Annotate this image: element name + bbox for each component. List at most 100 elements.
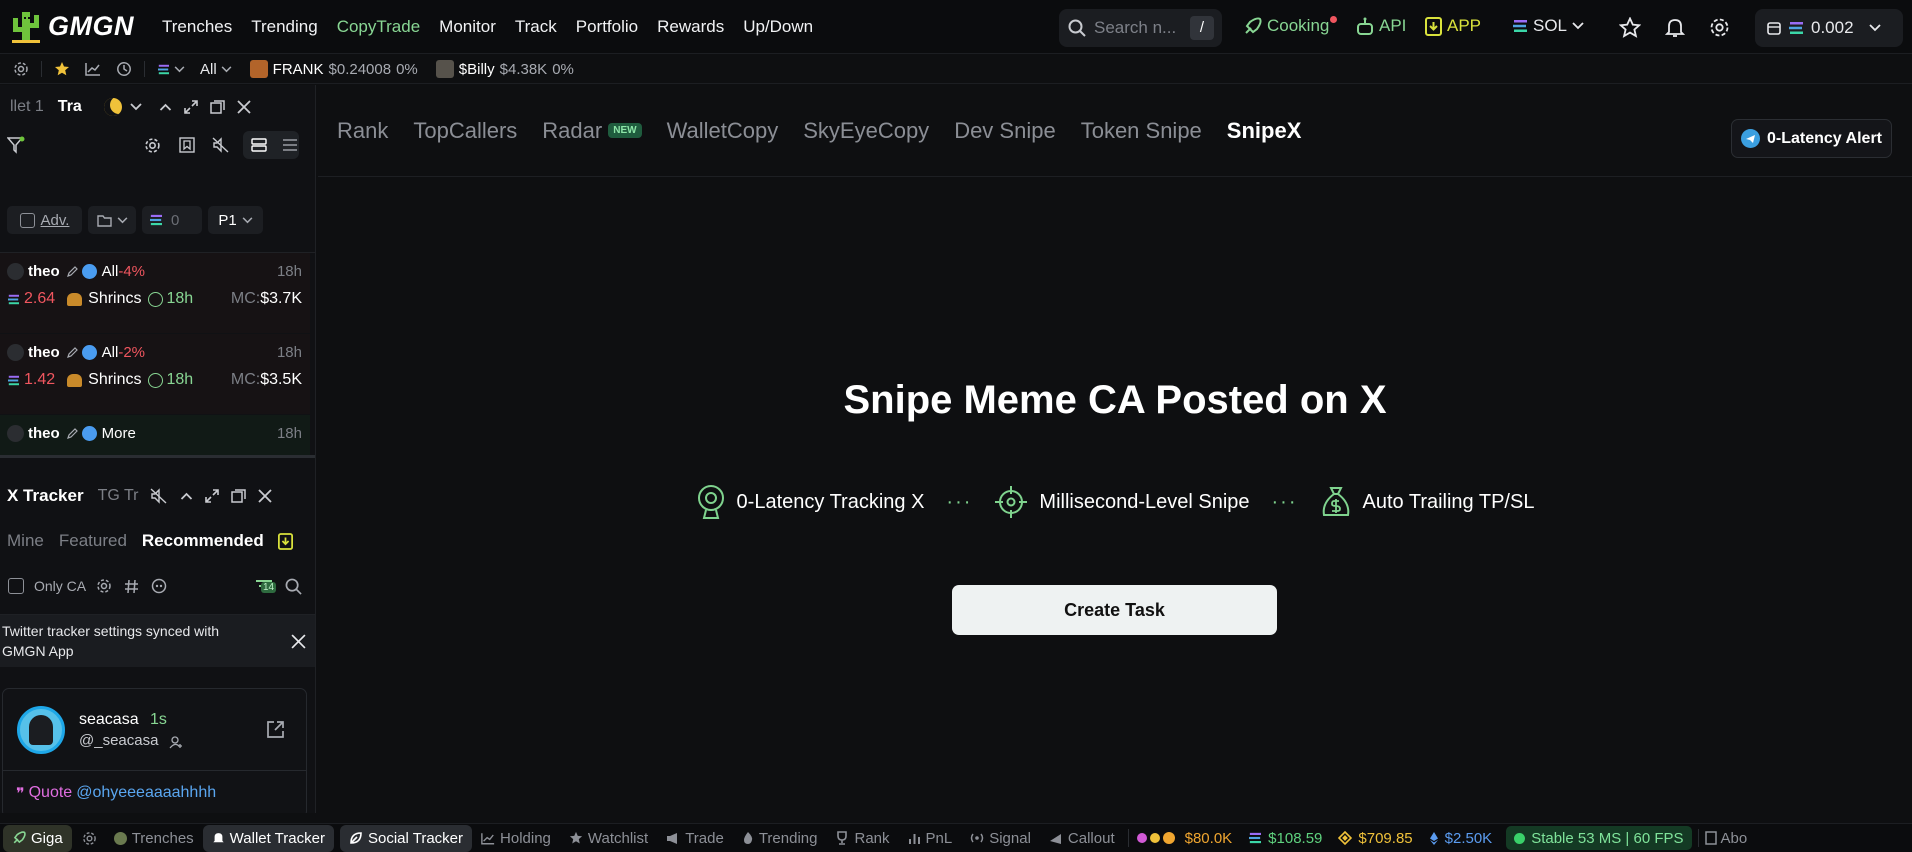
close-icon[interactable] [258, 489, 273, 503]
ticker-item[interactable]: FRANK $0.24008 0% [249, 60, 418, 78]
price-sol[interactable]: $108.59 [1248, 830, 1322, 847]
settings-icon[interactable] [144, 137, 161, 154]
list-item[interactable]: theo All -4% 18h 2.64 Shrincs 18h MC: $3… [0, 253, 310, 333]
bottom-callout[interactable]: Callout [1040, 825, 1124, 852]
list-filter[interactable]: All [200, 61, 232, 78]
nav-copytrade[interactable]: CopyTrade [337, 17, 420, 37]
view-toggle[interactable] [243, 131, 299, 159]
tab-tg-tracker[interactable]: TG Tr [98, 487, 139, 505]
tab-token-snipe[interactable]: Token Snipe [1081, 118, 1202, 144]
chevron-up-icon[interactable] [159, 103, 172, 111]
star-icon[interactable] [1619, 17, 1641, 38]
tab-x-tracker[interactable]: X Tracker [7, 486, 84, 506]
tab-topcallers[interactable]: TopCallers [413, 118, 517, 144]
cooking-button[interactable]: Cooking [1243, 15, 1338, 36]
download-icon[interactable] [277, 532, 293, 550]
moon-icon[interactable] [103, 98, 122, 116]
price-bnb[interactable]: $709.85 [1338, 830, 1413, 847]
ticker-item[interactable]: $Billy $4.38K 0% [435, 60, 574, 78]
list-item[interactable]: theo More 18h [0, 415, 310, 455]
edit-icon[interactable] [66, 427, 79, 440]
bell-icon[interactable] [1665, 17, 1685, 38]
tab-dev-snipe[interactable]: Dev Snipe [954, 118, 1056, 144]
about-link[interactable]: Abo [1704, 830, 1747, 847]
tweet-card[interactable]: seacasa 1s @_seacasa ❞ Quote @ohyeeeaaaa… [2, 688, 307, 813]
app-download-button[interactable]: APP [1425, 16, 1481, 36]
tab-rank[interactable]: Rank [337, 118, 388, 144]
close-icon[interactable] [237, 100, 251, 114]
bottom-rank[interactable]: Rank [826, 825, 898, 852]
tab-mine[interactable]: Mine [7, 531, 44, 551]
hashtag-icon[interactable] [124, 579, 139, 594]
list-item[interactable]: theo All -2% 18h 1.42 Shrincs 18h MC: $3… [0, 334, 310, 414]
bookmark-icon[interactable] [179, 137, 195, 153]
popout-icon[interactable] [231, 489, 247, 503]
nav-trending[interactable]: Trending [251, 17, 317, 37]
expand-icon[interactable] [184, 100, 198, 114]
edit-icon[interactable] [66, 265, 79, 278]
bottom-wallet-tracker[interactable]: Wallet Tracker [202, 824, 334, 852]
user-follow-icon[interactable] [169, 736, 183, 749]
giga-button[interactable]: Giga [3, 824, 72, 852]
bottom-pnl[interactable]: PnL [899, 825, 962, 852]
advanced-checkbox[interactable] [19, 212, 35, 228]
card-view-icon[interactable] [251, 138, 267, 152]
tab-recommended[interactable]: Recommended [142, 531, 264, 551]
tab-wallet[interactable]: llet 1 [10, 98, 44, 116]
bottom-watchlist[interactable]: Watchlist [560, 825, 657, 852]
panel-resize-handle[interactable] [0, 455, 315, 458]
list-view-icon[interactable] [282, 138, 298, 152]
star-filled-icon[interactable] [54, 61, 70, 77]
bottom-social-tracker[interactable]: Social Tracker [339, 824, 473, 852]
api-button[interactable]: API [1356, 16, 1406, 36]
nav-track[interactable]: Track [515, 17, 557, 37]
chain-filter[interactable] [157, 64, 185, 75]
tracked-count[interactable]: 14 [255, 578, 279, 594]
price-btc[interactable]: $80.0K [1185, 830, 1233, 847]
external-link-icon[interactable] [266, 720, 285, 739]
bottom-trending[interactable]: Trending [733, 825, 827, 852]
trend-chart-icon[interactable] [85, 62, 101, 76]
tab-track[interactable]: Tra [58, 98, 82, 116]
nav-updown[interactable]: Up/Down [743, 17, 813, 37]
folder-dropdown[interactable] [88, 206, 136, 234]
nav-monitor[interactable]: Monitor [439, 17, 496, 37]
buy-amount-input[interactable]: 0 [142, 206, 202, 234]
tab-skyeyecopy[interactable]: SkyEyeCopy [803, 118, 929, 144]
wallet-balance-button[interactable]: 0.002 [1755, 9, 1903, 47]
settings-icon[interactable] [13, 61, 29, 77]
popout-icon[interactable] [210, 100, 225, 114]
chain-selector[interactable]: SOL [1512, 16, 1584, 36]
latency-alert-button[interactable]: 0-Latency Alert [1731, 119, 1892, 158]
price-eth[interactable]: $2.50K [1429, 830, 1492, 847]
preset-dropdown[interactable]: P1 [208, 206, 263, 234]
search-icon[interactable] [285, 578, 302, 595]
advanced-filter[interactable]: Adv. [7, 206, 82, 234]
mute-icon[interactable] [212, 137, 229, 153]
search-input[interactable]: Search n... / [1059, 9, 1222, 47]
tab-featured[interactable]: Featured [59, 531, 127, 551]
tweet-author[interactable]: seacasa [79, 711, 139, 729]
filter-icon[interactable] [7, 136, 25, 154]
tab-walletcopy[interactable]: WalletCopy [667, 118, 779, 144]
tweet-handle[interactable]: @_seacasa [79, 732, 158, 749]
settings-icon[interactable] [96, 578, 112, 594]
chevron-down-icon[interactable] [130, 103, 142, 111]
expand-icon[interactable] [205, 489, 220, 503]
create-task-button[interactable]: Create Task [952, 585, 1277, 635]
only-ca-checkbox[interactable] [8, 578, 24, 594]
bottom-trade[interactable]: Trade [657, 825, 733, 852]
history-icon[interactable] [116, 61, 132, 77]
tab-radar[interactable]: Radar NEW [542, 118, 642, 144]
close-icon[interactable] [291, 633, 306, 649]
nav-rewards[interactable]: Rewards [657, 17, 724, 37]
gear-icon[interactable] [1709, 17, 1730, 38]
chevron-up-icon[interactable] [180, 492, 193, 500]
edit-icon[interactable] [66, 346, 79, 359]
bottom-signal[interactable]: Signal [961, 825, 1040, 852]
nav-portfolio[interactable]: Portfolio [576, 17, 638, 37]
discord-icon[interactable] [151, 578, 167, 594]
nav-trenches[interactable]: Trenches [162, 17, 232, 37]
bottom-holding[interactable]: Holding [472, 825, 560, 852]
bottom-trenches[interactable]: Trenches [105, 825, 203, 852]
